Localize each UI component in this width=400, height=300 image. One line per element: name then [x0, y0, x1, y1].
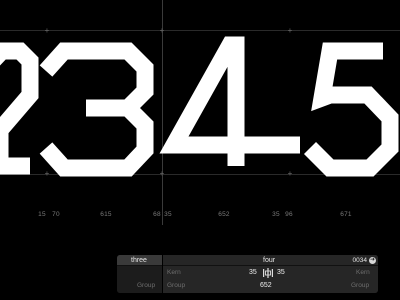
metric-label: 70	[52, 211, 60, 218]
glyph-info-strip: three Group four 0034 ➜ Kern 35 35 Kern …	[117, 255, 378, 293]
arrow-right-circle-icon[interactable]: ➜	[369, 257, 376, 264]
right-kern-label: Kern	[356, 269, 370, 276]
glyph-three	[39, 42, 154, 177]
left-sidebearing-field[interactable]: 35	[249, 269, 257, 276]
node-marker: +	[159, 26, 165, 35]
metric-label: 15	[38, 211, 46, 218]
unicode-value: 0034	[352, 257, 367, 264]
metric-label: 68	[153, 211, 161, 218]
node-marker: +	[44, 169, 50, 178]
glyph-width-field[interactable]: 652	[260, 282, 272, 289]
previous-glyph-cell[interactable]: three Group	[117, 255, 163, 293]
node-marker: +	[287, 169, 293, 178]
right-group-label: Group	[351, 282, 370, 289]
metric-label: 615	[100, 211, 112, 218]
metric-label: 652	[218, 211, 230, 218]
current-glyph-cell[interactable]: four 0034 ➜ Kern 35 35 Kern Group 652 Gr…	[163, 255, 378, 293]
metric-label: 35	[272, 211, 280, 218]
node-marker: +	[44, 26, 50, 35]
left-group-label: Group	[167, 282, 186, 289]
right-sidebearing-field[interactable]: 35	[277, 269, 285, 276]
metric-label: 96	[285, 211, 293, 218]
previous-group-label: Group	[137, 282, 156, 289]
node-marker: +	[287, 26, 293, 35]
metric-label: 671	[340, 211, 352, 218]
left-kern-label: Kern	[167, 269, 181, 276]
metric-label: 35	[164, 211, 172, 218]
current-glyph-name: four	[263, 257, 276, 264]
node-marker: +	[159, 169, 165, 178]
sidebearing-icon[interactable]	[262, 268, 274, 278]
glyph-outlines	[0, 36, 399, 177]
glyph-five	[303, 42, 399, 177]
previous-glyph-name: three	[131, 257, 147, 264]
glyph-two	[0, 42, 39, 175]
previous-glyph-header: three	[117, 255, 162, 266]
glyph-four	[159, 36, 300, 166]
current-glyph-header: four 0034 ➜	[163, 255, 378, 266]
